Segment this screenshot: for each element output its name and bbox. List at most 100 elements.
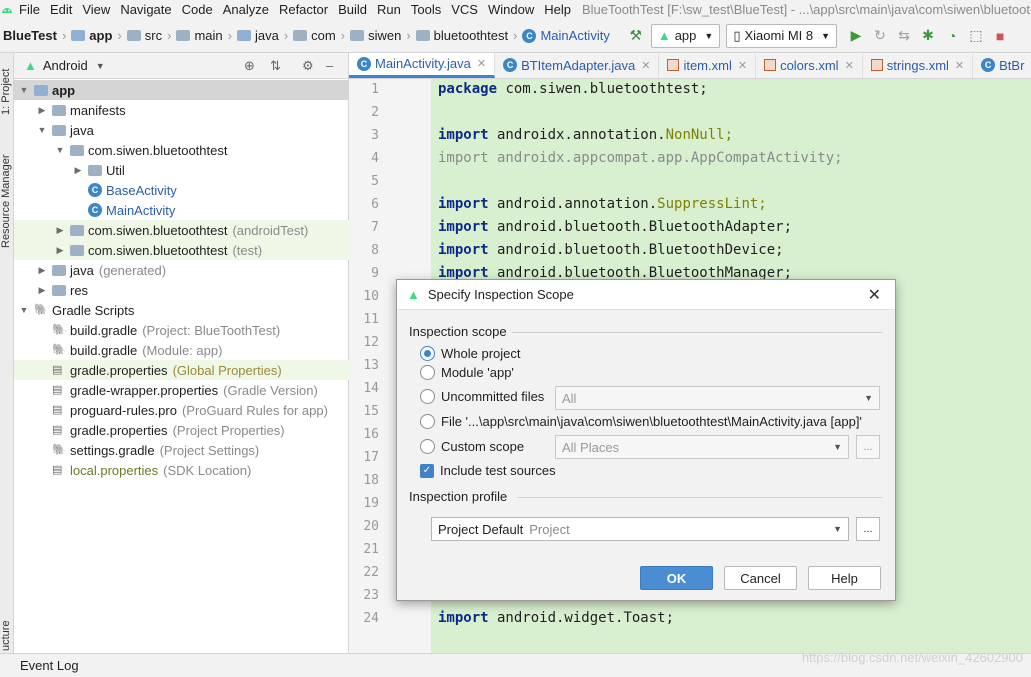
tree-item[interactable]: 🐘 build.gradle (Module: app) bbox=[14, 340, 349, 360]
menu-window[interactable]: Window bbox=[483, 0, 539, 19]
chevron-right-icon[interactable]: ▶ bbox=[36, 265, 48, 276]
gear-icon[interactable]: ⚙ bbox=[302, 58, 314, 74]
crumb-siwen[interactable]: siwen bbox=[347, 28, 404, 43]
menu-analyze[interactable]: Analyze bbox=[218, 0, 274, 19]
chevron-down-icon[interactable]: ▼ bbox=[36, 125, 48, 135]
tree-item[interactable]: 🐘 settings.gradle (Project Settings) bbox=[14, 440, 349, 460]
tree-item[interactable]: C BaseActivity bbox=[14, 180, 349, 200]
event-log-button[interactable]: Event Log bbox=[20, 658, 79, 673]
menu-edit[interactable]: Edit bbox=[45, 0, 77, 19]
tab-colors-xml[interactable]: colors.xml ✕ bbox=[756, 53, 863, 78]
inspection-profile-select[interactable]: Project Default Project ▼ bbox=[431, 517, 849, 541]
tab-mainactivity[interactable]: C MainActivity.java ✕ bbox=[349, 53, 496, 78]
profile-sub: Project bbox=[529, 521, 570, 537]
chevron-right-icon[interactable]: ▶ bbox=[72, 165, 84, 176]
menu-build[interactable]: Build bbox=[333, 0, 372, 19]
resource-manager-tool-button[interactable]: Resource Manager bbox=[0, 154, 12, 248]
run-icon[interactable]: ▶ bbox=[847, 27, 865, 45]
close-icon[interactable]: ✕ bbox=[955, 59, 964, 72]
device-select[interactable]: ▯ Xiaomi MI 8 ▼ bbox=[726, 23, 838, 48]
tree-item[interactable]: ▶ res bbox=[14, 280, 349, 300]
menu-view[interactable]: View bbox=[77, 0, 115, 19]
radio-label: Whole project bbox=[441, 346, 521, 361]
run-config-select[interactable]: ▲ app ▼ bbox=[650, 23, 721, 48]
radio-file[interactable]: File '...\app\src\main\java\com\siwen\bl… bbox=[420, 414, 862, 429]
project-tool-button[interactable]: 1: Project bbox=[0, 69, 12, 115]
apply-code-changes-icon[interactable]: ⇆ bbox=[895, 27, 913, 45]
help-button[interactable]: Help bbox=[808, 566, 881, 590]
uncommitted-files-select[interactable]: All ▼ bbox=[555, 386, 880, 410]
tree-item[interactable]: ▤ gradle.properties (Global Properties) bbox=[14, 360, 349, 380]
debug-icon[interactable]: ✱ bbox=[919, 27, 937, 45]
cancel-button[interactable]: Cancel bbox=[724, 566, 797, 590]
chevron-down-icon[interactable]: ▼ bbox=[18, 305, 30, 315]
menu-run[interactable]: Run bbox=[372, 0, 406, 19]
chevron-right-icon[interactable]: ▶ bbox=[54, 225, 66, 236]
tree-item[interactable]: ▶ Util bbox=[14, 160, 349, 180]
ok-button[interactable]: OK bbox=[640, 566, 713, 590]
tree-item[interactable]: ▼ com.siwen.bluetoothtest bbox=[14, 140, 349, 160]
menu-refactor[interactable]: Refactor bbox=[274, 0, 333, 19]
crumb-main[interactable]: main bbox=[173, 28, 225, 43]
radio-uncommitted-files[interactable]: Uncommitted files bbox=[420, 389, 544, 404]
crumb-project[interactable]: BlueTest bbox=[0, 28, 60, 43]
tab-btitemadapter[interactable]: C BTItemAdapter.java ✕ bbox=[495, 53, 660, 78]
apply-changes-icon[interactable]: ↻ bbox=[871, 27, 889, 45]
crumb-src[interactable]: src bbox=[124, 28, 165, 43]
chevron-down-icon[interactable]: ▼ bbox=[96, 61, 105, 71]
chevron-right-icon[interactable]: ▶ bbox=[36, 105, 48, 116]
radio-whole-project[interactable]: Whole project bbox=[420, 346, 520, 361]
tab-item-xml[interactable]: item.xml ✕ bbox=[659, 53, 757, 78]
menu-help[interactable]: Help bbox=[539, 0, 576, 19]
tree-item[interactable]: ▤ proguard-rules.pro (ProGuard Rules for a… bbox=[14, 400, 349, 420]
tree-item[interactable]: ▤ local.properties (SDK Location) bbox=[14, 460, 349, 480]
tree-item[interactable]: ▶ com.siwen.bluetoothtest (androidTest) bbox=[14, 220, 349, 240]
collapse-icon[interactable]: ⇅ bbox=[270, 58, 281, 74]
close-icon[interactable]: ✕ bbox=[738, 59, 747, 72]
crumb-app[interactable]: app bbox=[68, 28, 115, 43]
tree-item[interactable]: ▶ java (generated) bbox=[14, 260, 349, 280]
close-icon[interactable]: ✕ bbox=[868, 285, 881, 305]
tree-item[interactable]: 🐘 build.gradle (Project: BlueToothTest) bbox=[14, 320, 349, 340]
tab-strings-xml[interactable]: strings.xml ✕ bbox=[863, 53, 974, 78]
tree-item[interactable]: ▤ gradle-wrapper.properties (Gradle Versio… bbox=[14, 380, 349, 400]
chevron-down-icon[interactable]: ▼ bbox=[18, 85, 30, 95]
profile-browse-button[interactable]: ... bbox=[856, 517, 880, 541]
radio-module-app[interactable]: Module 'app' bbox=[420, 365, 514, 380]
menu-navigate[interactable]: Navigate bbox=[115, 0, 176, 19]
profile-icon[interactable]: ◔ bbox=[943, 27, 961, 45]
close-icon[interactable]: ✕ bbox=[477, 57, 486, 70]
include-test-sources-checkbox[interactable]: ✓ Include test sources bbox=[420, 463, 556, 478]
tree-item[interactable]: ▶ manifests bbox=[14, 100, 349, 120]
menu-file[interactable]: File bbox=[14, 0, 45, 19]
close-icon[interactable]: ✕ bbox=[845, 59, 854, 72]
stop-icon[interactable]: ■ bbox=[991, 27, 1009, 45]
crumb-bluetoothtest[interactable]: bluetoothtest bbox=[413, 28, 511, 43]
menu-tools[interactable]: Tools bbox=[406, 0, 446, 19]
tree-item[interactable]: ▼ app bbox=[14, 80, 349, 100]
tab-btbr[interactable]: C BtBr bbox=[973, 53, 1031, 78]
attach-debugger-icon[interactable]: ⬚ bbox=[967, 27, 985, 45]
chevron-down-icon[interactable]: ▼ bbox=[54, 145, 66, 155]
crumb-mainactivity[interactable]: C MainActivity bbox=[519, 28, 612, 43]
chevron-right-icon[interactable]: ▶ bbox=[36, 285, 48, 296]
custom-scope-browse-button[interactable]: ... bbox=[856, 435, 880, 459]
locate-icon[interactable]: ⊕ bbox=[244, 58, 255, 74]
tree-item[interactable]: C MainActivity bbox=[14, 200, 349, 220]
project-view-select[interactable]: Android bbox=[43, 58, 88, 73]
structure-tool-button[interactable]: ucture bbox=[0, 620, 12, 651]
tree-item[interactable]: ▼ java bbox=[14, 120, 349, 140]
hide-icon[interactable]: – bbox=[326, 58, 333, 73]
tree-item[interactable]: ▶ com.siwen.bluetoothtest (test) bbox=[14, 240, 349, 260]
crumb-java[interactable]: java bbox=[234, 28, 282, 43]
hammer-build-icon[interactable]: ⚒ bbox=[627, 27, 645, 45]
crumb-com[interactable]: com bbox=[290, 28, 339, 43]
chevron-right-icon[interactable]: ▶ bbox=[54, 245, 66, 256]
tree-item[interactable]: ▤ gradle.properties (Project Properties) bbox=[14, 420, 349, 440]
tree-item[interactable]: ▼ 🐘 Gradle Scripts bbox=[14, 300, 349, 320]
menu-vcs[interactable]: VCS bbox=[446, 0, 483, 19]
menu-code[interactable]: Code bbox=[177, 0, 218, 19]
radio-custom-scope[interactable]: Custom scope bbox=[420, 439, 524, 454]
close-icon[interactable]: ✕ bbox=[641, 59, 650, 72]
custom-scope-select[interactable]: All Places ▼ bbox=[555, 435, 849, 459]
